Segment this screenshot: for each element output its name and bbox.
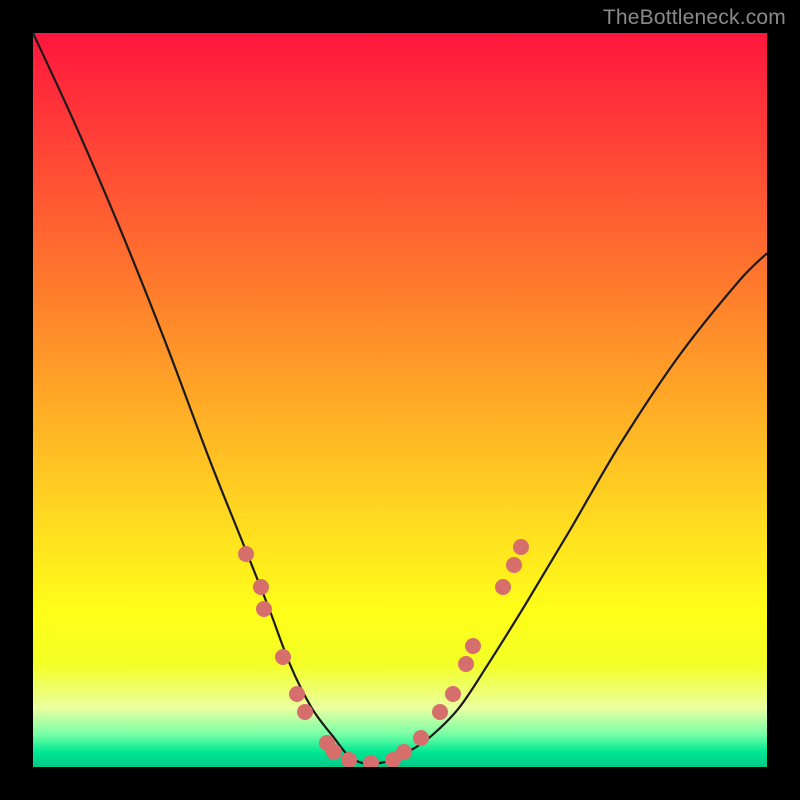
sample-dot — [326, 744, 342, 760]
sample-dot — [289, 686, 305, 702]
sample-dot — [458, 656, 474, 672]
sample-dot — [465, 638, 481, 654]
sample-dot — [445, 686, 461, 702]
watermark-text: TheBottleneck.com — [603, 6, 786, 30]
sample-dot — [256, 601, 272, 617]
sample-dot — [238, 546, 254, 562]
sample-dot — [253, 579, 269, 595]
sample-dot — [506, 557, 522, 573]
sample-dot — [275, 649, 291, 665]
sample-dot — [396, 744, 412, 760]
plot-area — [33, 33, 767, 767]
sample-dot — [341, 752, 357, 767]
bottleneck-curve — [33, 33, 767, 767]
chart-frame: TheBottleneck.com — [0, 0, 800, 800]
sample-dot — [432, 704, 448, 720]
sample-dot — [495, 579, 511, 595]
sample-dot — [363, 755, 379, 767]
sample-dot — [297, 704, 313, 720]
sample-dot — [413, 730, 429, 746]
sample-dot — [513, 539, 529, 555]
